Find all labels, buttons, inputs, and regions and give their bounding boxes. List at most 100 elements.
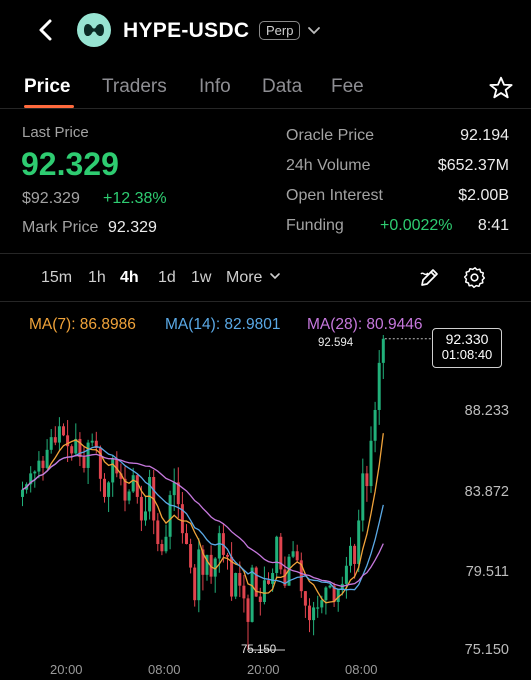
chevron-down-icon [270,273,280,280]
candle [168,495,172,537]
candle [365,473,369,487]
candle [107,482,111,497]
draw-tool-button[interactable] [418,265,442,289]
candle [164,536,168,552]
tab-price[interactable]: Price [24,76,70,98]
chevron-left-icon [39,19,52,41]
tab-info[interactable]: Info [199,76,231,98]
candle [320,600,324,608]
current-price-value: 92.330 [445,331,489,347]
candle [135,475,139,497]
candle [57,426,61,443]
candle [275,536,279,574]
candle [373,409,377,441]
timeframe-1h[interactable]: 1h [88,269,106,287]
candle [148,477,152,512]
open-interest-label: Open Interest [286,187,383,204]
back-button[interactable] [34,16,58,44]
perp-badge: Perp [259,21,301,40]
candle [258,596,262,602]
high-price-label: 92.594 [318,337,354,349]
draw-pencil-icon [420,269,438,286]
x-tick-label: 20:00 [247,662,280,677]
candle [381,338,385,363]
tab-data[interactable]: Data [262,76,302,98]
candle [62,426,65,436]
star-icon [489,76,513,99]
last-price-value: 92.329 [21,146,119,182]
candle [82,457,86,468]
y-tick-label: 88.233 [464,403,509,419]
tabs-divider [0,108,531,109]
x-tick-label: 08:00 [148,662,181,677]
candle [49,437,53,450]
timeframe-1d[interactable]: 1d [158,269,176,287]
candle [238,573,242,586]
candle [226,554,229,557]
candle [303,591,307,606]
tab-traders[interactable]: Traders [102,76,167,98]
tab-fee[interactable]: Fee [331,76,364,98]
ma28-legend: MA(28): 80.9446 [307,316,423,333]
usd-price: $92.329 [22,190,80,207]
candle [267,580,270,584]
x-tick-label: 08:00 [345,662,378,677]
funding-countdown: 8:41 [477,217,509,234]
timeframe-15m[interactable]: 15m [41,269,72,287]
oracle-price-label: Oracle Price [286,127,375,144]
candle [242,585,246,599]
candle [37,460,41,472]
last-price-label: Last Price [22,124,89,141]
candle [41,460,45,468]
price-change: +12.38% [103,190,167,207]
candle [180,504,184,534]
ma7-legend: MA(7): 86.8986 [29,316,136,333]
candle-countdown: 01:08:40 [441,347,493,362]
funding-rate: +0.0022% [380,217,453,234]
candle [361,473,365,521]
volume-label: 24h Volume [286,157,371,174]
candle [21,489,24,497]
more-timeframes-button[interactable]: More [226,269,281,287]
candle [53,437,57,443]
candle [70,446,74,454]
candle [127,491,131,501]
candle [131,475,135,492]
candle [308,605,311,621]
candle [316,607,320,609]
market-dropdown-button[interactable] [306,22,322,38]
candle [90,440,94,443]
oracle-price-value: 92.194 [460,127,509,144]
timeframe-1w[interactable]: 1w [191,269,211,287]
candle [193,567,197,601]
candle [295,551,299,561]
candle [344,565,348,584]
candle [189,544,193,568]
chart-settings-button[interactable] [463,265,487,289]
chevron-down-icon [308,27,320,35]
volume-value: $652.37M [437,157,509,174]
more-label: More [226,269,263,286]
open-interest-value: $2.00B [458,187,509,204]
candle [328,585,332,588]
candle [160,544,164,552]
candlestick-chart[interactable] [0,335,531,680]
candle [377,362,381,410]
mark-price-label: Mark Price [22,219,99,236]
candle [33,471,37,474]
candle [185,533,188,545]
stats-divider [0,253,531,254]
low-price-label: 75.150 [241,644,277,656]
ma14-legend: MA(14): 82.9801 [165,316,281,333]
candle [139,496,143,521]
favorite-button[interactable] [488,75,514,101]
current-price-tag: 92.330 01:08:40 [432,328,502,368]
candle [234,573,238,597]
timeframe-4h[interactable]: 4h [120,269,139,287]
funding-label: Funding [286,217,344,234]
y-tick-label: 75.150 [464,642,509,658]
mark-price-value: 92.329 [108,219,157,236]
candle [353,545,357,564]
hyperliquid-logo-icon [77,13,111,47]
candle [357,520,361,564]
